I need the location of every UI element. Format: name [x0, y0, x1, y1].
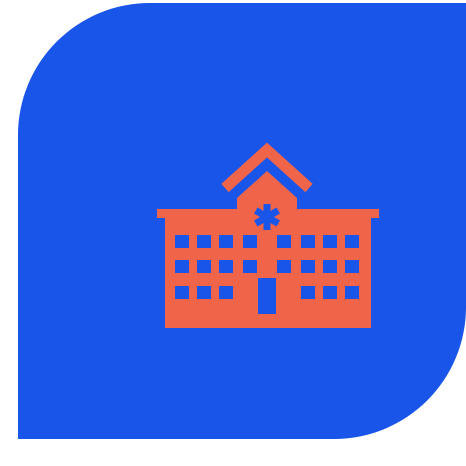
door: [258, 278, 276, 314]
right-windows: [301, 235, 359, 299]
hospital-icon-graphic: [157, 142, 379, 328]
app-tile: [18, 3, 466, 439]
hospital-icon: [153, 138, 383, 333]
left-windows: [175, 235, 233, 299]
